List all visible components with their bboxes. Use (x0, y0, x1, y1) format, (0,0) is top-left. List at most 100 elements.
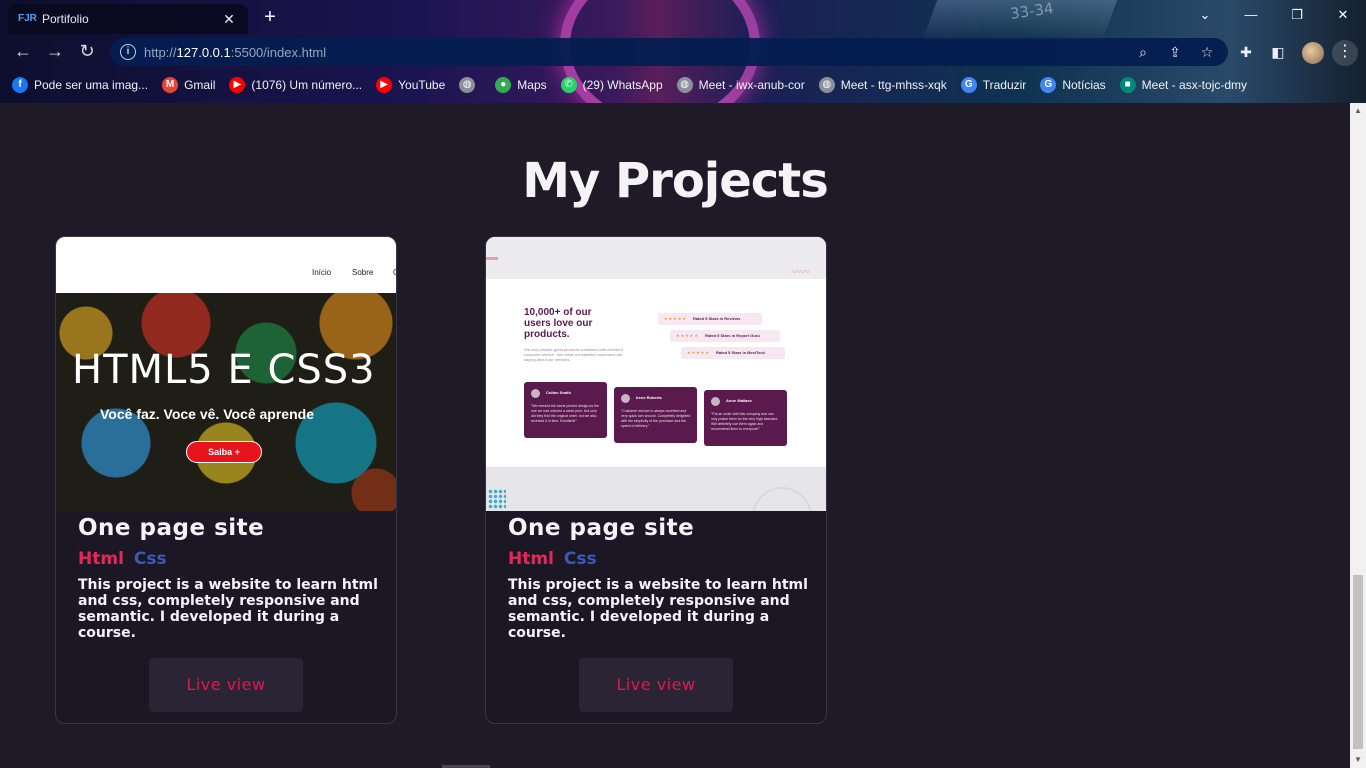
minimize-button[interactable]: — (1228, 2, 1274, 28)
globe-icon: ◍ (459, 77, 476, 93)
tag-css: Css (133, 549, 167, 569)
news-icon: G (1040, 77, 1057, 93)
zoom-icon[interactable]: ⌕ (1134, 43, 1152, 61)
site-info-icon[interactable]: i (120, 44, 136, 60)
share-icon[interactable]: ⇪ (1166, 43, 1184, 61)
bookmark-maps[interactable]: ● Maps (495, 77, 547, 93)
bookmark-label: Meet - asx-tojc-dmy (1141, 78, 1248, 92)
bookmarks-bar: f Pode ser uma imag... M Gmail ▶ (1076) Um nú… (0, 72, 1366, 98)
live-view-button[interactable]: Live view (579, 658, 733, 712)
thumb-main: 10,000+ of our users love our products. … (486, 279, 826, 467)
thumb-heading: 10,000+ of our users love our products. (524, 307, 593, 340)
thumb-rating: ★★★★★ Rated 5 Stars in BestTech (681, 347, 785, 359)
thumb-nav-item: Sobre (352, 268, 374, 277)
project-title: One page site (78, 515, 265, 541)
scroll-up-arrow-icon[interactable]: ▲ (1350, 103, 1366, 119)
thumb-rating: ★★★★★ Rated 5 Stars in Report Guru (670, 330, 780, 342)
thumb-subheading: Você faz. Voce vê. Você aprende (100, 406, 314, 422)
translate-icon: G (960, 77, 977, 93)
maps-icon: ● (495, 77, 512, 93)
thumb-decoration (486, 257, 498, 260)
browser-chrome: 33-34 FJR Portifolio ✕ + ⌄ — ❐ ✕ ← → ↻ i… (0, 0, 1366, 103)
bookmark-label: Notícias (1062, 78, 1106, 92)
bookmark-label: (29) WhatsApp (582, 78, 663, 92)
bookmark-label: Meet - ttg-mhss-xqk (840, 78, 947, 92)
dots-decoration (488, 489, 506, 509)
extensions-puzzle-icon[interactable]: ✚ (1236, 42, 1256, 62)
facebook-icon: f (12, 77, 28, 93)
new-tab-button[interactable]: + (258, 6, 282, 30)
bookmark-label: Gmail (184, 78, 216, 92)
close-window-button[interactable]: ✕ (1320, 2, 1366, 28)
scrollbar-thumb[interactable] (1353, 575, 1363, 749)
bookmark-label: Traduzir (982, 78, 1027, 92)
card-body: One page site Html Css This project is a… (78, 511, 388, 641)
bookmark-whatsapp[interactable]: ✆ (29) WhatsApp (560, 77, 663, 93)
thumb-testimonials-page: 〰〰 10,000+ of our users love our product… (486, 237, 826, 511)
project-card: Início Sobre C HTML5 E CSS3 Você faz. Vo… (55, 236, 397, 724)
side-panel-icon[interactable]: ◧ (1268, 42, 1288, 62)
bookmark-label: Maps (517, 78, 547, 92)
bookmark-news[interactable]: G Notícias (1040, 77, 1106, 93)
tab-close-icon[interactable]: ✕ (220, 11, 238, 28)
bookmark-label: (1076) Um número... (251, 78, 363, 92)
avatar (621, 394, 630, 403)
gmail-icon: M (162, 77, 179, 93)
bookmark-globe[interactable]: ◍ Meet - iwx-anub-cor (676, 77, 805, 93)
bookmark-label: Meet - iwx-anub-cor (698, 78, 805, 92)
thumb-rating: ★★★★★ Rated 5 Stars in Reviews (658, 313, 762, 325)
thumb-top-band (486, 237, 826, 279)
bookmark-youtube[interactable]: ▶ YouTube (376, 77, 445, 93)
card-body: One page site Html Css This project is a… (508, 511, 818, 641)
project-description: This project is a website to learn html … (508, 577, 808, 641)
tab-favicon-icon: FJR (18, 13, 37, 24)
forward-button[interactable]: → (42, 40, 68, 64)
project-thumbnail: Início Sobre C HTML5 E CSS3 Você faz. Vo… (56, 237, 396, 511)
bookmark-youtube[interactable]: ▶ (1076) Um número... (229, 77, 362, 93)
scroll-down-arrow-icon[interactable]: ▼ (1350, 752, 1366, 768)
project-description: This project is a website to learn html … (78, 577, 378, 641)
bookmark-globe[interactable]: ◍ (459, 77, 481, 93)
browser-tab-active[interactable]: FJR Portifolio ✕ (8, 4, 248, 34)
thumb-testimonial-card: Colton Smith "We needed the same printed… (524, 382, 607, 438)
tab-title: Portifolio (42, 12, 89, 26)
zigzag-decoration: 〰〰 (792, 267, 811, 277)
tag-html: Html (508, 549, 554, 569)
profile-avatar[interactable] (1302, 42, 1324, 64)
avatar (711, 397, 720, 406)
restore-button[interactable]: ❐ (1274, 2, 1320, 28)
thumb-hero-gears: HTML5 E CSS3 Você faz. Voce vê. Você apr… (56, 293, 396, 511)
project-card: 〰〰 10,000+ of our users love our product… (485, 236, 827, 724)
youtube-icon: ▶ (376, 77, 393, 93)
thumb-nav: Início Sobre C (56, 237, 396, 293)
bookmark-translate[interactable]: G Traduzir (960, 77, 1027, 93)
tech-tags: Html Css (78, 549, 388, 569)
project-title: One page site (508, 515, 695, 541)
testimonial-name: Anne Wallace (726, 398, 752, 403)
bookmark-gmail[interactable]: M Gmail (162, 77, 215, 93)
vertical-scrollbar[interactable]: ▲ ▼ (1350, 103, 1366, 768)
live-view-button[interactable]: Live view (149, 658, 303, 712)
thumb-heading: HTML5 E CSS3 (72, 347, 376, 393)
browser-menu-icon[interactable]: ⋮ (1332, 40, 1358, 66)
back-button[interactable]: ← (10, 40, 36, 64)
thumb-testimonial-card: Irene Roberts "Customer service is alway… (614, 387, 697, 443)
bookmark-globe[interactable]: ◍ Meet - ttg-mhss-xqk (818, 77, 947, 93)
section-title: My Projects (522, 153, 829, 209)
tech-tags: Html Css (508, 549, 818, 569)
testimonial-name: Colton Smith (546, 390, 571, 395)
thumb-button: Saiba + (186, 441, 262, 463)
globe-icon: ◍ (818, 77, 835, 93)
bookmark-star-icon[interactable]: ☆ (1198, 43, 1216, 61)
address-bar[interactable]: i http://127.0.0.1:5500/index.html ⌕ ⇪ ☆ (110, 38, 1228, 66)
bookmark-facebook[interactable]: f Pode ser uma imag... (12, 77, 148, 93)
tab-search-chevron-icon[interactable]: ⌄ (1182, 2, 1228, 28)
youtube-icon: ▶ (229, 77, 246, 93)
thumb-testimonial-card: Anne Wallace "Put an order with this com… (704, 390, 787, 446)
tag-css: Css (563, 549, 597, 569)
testimonial-text: "We needed the same printed design as th… (531, 404, 599, 423)
reload-button[interactable]: ↻ (74, 40, 100, 64)
thumb-paragraph: We only provide great products combined … (524, 347, 623, 362)
bookmark-meet[interactable]: ■ Meet - asx-tojc-dmy (1119, 77, 1248, 93)
testimonial-text: "Put an order with this company and can … (711, 412, 779, 431)
